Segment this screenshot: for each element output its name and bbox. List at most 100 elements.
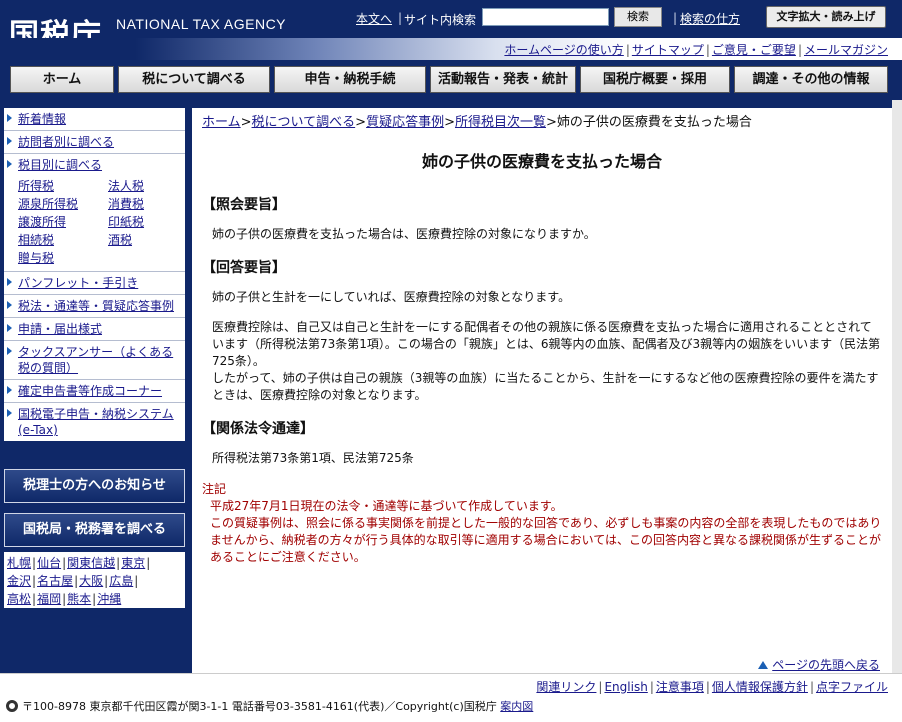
map-link[interactable]: 案内図 bbox=[500, 700, 533, 713]
search-howto-link[interactable]: 検索の仕方 bbox=[680, 10, 740, 27]
office-link[interactable]: 名古屋 bbox=[37, 574, 73, 588]
breadcrumb-link[interactable]: 税について調べる bbox=[252, 115, 356, 130]
office-link[interactable]: 高松 bbox=[7, 592, 31, 606]
up-triangle-icon bbox=[758, 661, 769, 669]
arrow-icon bbox=[7, 137, 12, 145]
side-item-pamphlets[interactable]: パンフレット・手引き bbox=[4, 272, 185, 295]
site-footer: 関連リンク | English | 注意事項 | 個人情報保護方針 | 点字ファイル 〒100-… bbox=[0, 673, 902, 722]
link-mail-magazine[interactable]: メールマガジン bbox=[804, 43, 888, 57]
arrow-icon bbox=[7, 324, 12, 332]
nav-reports[interactable]: 活動報告・発表・統計 bbox=[430, 66, 576, 93]
separator: | bbox=[797, 43, 802, 57]
tax-type-grid: 所得税 法人税 源泉所得税 消費税 譲渡所得 印紙税 相続税 酒税 贈与税 bbox=[4, 176, 185, 272]
arrow-icon bbox=[7, 347, 12, 355]
side-item-tax-answer[interactable]: タックスアンサー（よくある税の質問） bbox=[4, 341, 185, 380]
separator: | bbox=[398, 11, 403, 25]
office-link[interactable]: 広島 bbox=[109, 574, 133, 588]
agency-emblem-icon bbox=[6, 700, 18, 712]
global-navigation: ホーム 税について調べる 申告・納税手続 活動報告・発表・統計 国税庁概要・採用… bbox=[0, 60, 902, 100]
side-item-return-corner[interactable]: 確定申告書等作成コーナー bbox=[4, 380, 185, 403]
banner-find-offices[interactable]: 国税局・税務署を調べる bbox=[4, 513, 185, 547]
office-link[interactable]: 関東信越 bbox=[67, 556, 115, 570]
left-sidebar: 新着情報 訪問者別に調べる 税目別に調べる 所得税 法人税 源泉所得税 消費税 … bbox=[0, 100, 192, 673]
tax-link[interactable]: 譲渡所得 bbox=[18, 214, 108, 231]
side-item-tax-law[interactable]: 税法・通達等・質疑応答事例 bbox=[4, 295, 185, 318]
office-link[interactable]: 大阪 bbox=[79, 574, 103, 588]
tax-link[interactable]: 印紙税 bbox=[108, 214, 178, 231]
search-input[interactable] bbox=[482, 8, 609, 26]
banner-tax-accountants[interactable]: 税理士の方へのお知らせ bbox=[4, 469, 185, 503]
tax-link[interactable]: 所得税 bbox=[18, 178, 108, 195]
side-item-etax[interactable]: 国税電子申告・納税システム(e-Tax) bbox=[4, 403, 185, 441]
side-menu: 新着情報 訪問者別に調べる 税目別に調べる 所得税 法人税 源泉所得税 消費税 … bbox=[4, 108, 185, 441]
search-button[interactable]: 検索 bbox=[614, 7, 662, 27]
side-item-by-visitor[interactable]: 訪問者別に調べる bbox=[4, 131, 185, 154]
nav-filing[interactable]: 申告・納税手続 bbox=[274, 66, 426, 93]
link-feedback[interactable]: ご意見・ご要望 bbox=[712, 43, 796, 57]
separator: | bbox=[625, 43, 630, 57]
notes: 注記 平成27年7月1日現在の法令・通達等に基づいて作成しています。 この質疑事… bbox=[202, 481, 882, 566]
side-item-news[interactable]: 新着情報 bbox=[4, 108, 185, 131]
footer-link-notes[interactable]: 注意事項 bbox=[656, 680, 704, 694]
arrow-icon bbox=[7, 386, 12, 394]
top-utility-bar: 本文へ | サイト内検索 検索 | 検索の仕方 文字拡大・読み上げ bbox=[340, 2, 902, 38]
tax-link[interactable]: 相続税 bbox=[18, 232, 108, 249]
scrollbar[interactable] bbox=[892, 100, 902, 673]
breadcrumb-current: 姉の子供の医療費を支払った場合 bbox=[556, 115, 752, 130]
footer-link-related[interactable]: 関連リンク bbox=[536, 680, 596, 694]
note-1: 平成27年7月1日現在の法令・通達等に基づいて作成しています。 bbox=[210, 499, 563, 513]
footer-link-privacy[interactable]: 個人情報保護方針 bbox=[712, 680, 808, 694]
footer-link-english[interactable]: English bbox=[604, 680, 647, 694]
related-law-text: 所得税法第73条第1項、民法第725条 bbox=[212, 451, 414, 465]
tax-link[interactable]: 消費税 bbox=[108, 196, 178, 213]
logo-english: NATIONAL TAX AGENCY bbox=[116, 16, 287, 32]
back-to-top-link[interactable]: ページの先頭へ戻る bbox=[758, 656, 880, 673]
query-text: 姉の子供の医療費を支払った場合は、医療費控除の対象になりますか。 bbox=[212, 227, 596, 241]
link-site-usage[interactable]: ホームページの使い方 bbox=[504, 43, 623, 57]
answer-paragraph-3: したがって、姉の子供は自己の親族（3親等の血族）に当たることから、生計を一にする… bbox=[212, 371, 879, 402]
office-link[interactable]: 熊本 bbox=[67, 592, 91, 606]
office-link[interactable]: 沖縄 bbox=[97, 592, 121, 606]
tax-link[interactable]: 源泉所得税 bbox=[18, 196, 108, 213]
office-link[interactable]: 金沢 bbox=[7, 574, 31, 588]
tax-link[interactable]: 酒税 bbox=[108, 232, 178, 249]
sub-utility-bar: ホームページの使い方 | サイトマップ | ご意見・ご要望 | メールマガジン bbox=[0, 38, 902, 60]
office-link[interactable]: 札幌 bbox=[7, 556, 31, 570]
nav-home[interactable]: ホーム bbox=[10, 66, 114, 93]
regional-office-links: 札幌|仙台|関東信越|東京| 金沢|名古屋|大阪|広島| 高松|福岡|熊本|沖縄 bbox=[4, 552, 185, 608]
office-link[interactable]: 仙台 bbox=[37, 556, 61, 570]
heading-query: 【照会要旨】 bbox=[202, 197, 286, 213]
tax-link[interactable]: 法人税 bbox=[108, 178, 178, 195]
site-search-label: サイト内検索 bbox=[404, 13, 477, 27]
footer-address: 〒100-8978 東京都千代田区霞が関3-1-1 電話番号03-3581-41… bbox=[6, 698, 533, 714]
main-frame: ホーム>税について調べる>質疑応答事例>所得税目次一覧>姉の子供の医療費を支払っ… bbox=[192, 100, 902, 673]
nav-tax-info[interactable]: 税について調べる bbox=[118, 66, 270, 93]
side-item-by-tax[interactable]: 税目別に調べる bbox=[4, 154, 185, 176]
heading-answer: 【回答要旨】 bbox=[202, 260, 286, 276]
breadcrumb-link[interactable]: 所得税目次一覧 bbox=[455, 115, 546, 130]
link-sitemap[interactable]: サイトマップ bbox=[632, 43, 704, 57]
note-2: この質疑事例は、照会に係る事実関係を前提とした一般的な回答であり、必ずしも事案の… bbox=[210, 516, 882, 564]
arrow-icon bbox=[7, 278, 12, 286]
arrow-icon bbox=[7, 301, 12, 309]
skip-to-main-link[interactable]: 本文へ bbox=[356, 10, 392, 27]
breadcrumb-link[interactable]: 質疑応答事例 bbox=[366, 115, 444, 130]
note-label: 注記 bbox=[202, 482, 227, 496]
answer-paragraph-1: 姉の子供と生計を一にしていれば、医療費控除の対象となります。 bbox=[212, 290, 571, 304]
arrow-icon bbox=[7, 160, 12, 168]
breadcrumb-link[interactable]: ホーム bbox=[202, 115, 241, 130]
sub-links: ホームページの使い方 | サイトマップ | ご意見・ご要望 | メールマガジン bbox=[504, 41, 888, 58]
office-link[interactable]: 福岡 bbox=[37, 592, 61, 606]
side-item-forms[interactable]: 申請・届出様式 bbox=[4, 318, 185, 341]
heading-related-law: 【関係法令通達】 bbox=[202, 421, 314, 437]
main-content: ホーム>税について調べる>質疑応答事例>所得税目次一覧>姉の子供の医療費を支払っ… bbox=[192, 108, 892, 673]
text-size-button[interactable]: 文字拡大・読み上げ bbox=[766, 6, 886, 28]
page-title: 姉の子供の医療費を支払った場合 bbox=[421, 152, 662, 171]
arrow-icon bbox=[7, 114, 12, 122]
breadcrumb: ホーム>税について調べる>質疑応答事例>所得税目次一覧>姉の子供の医療費を支払っ… bbox=[202, 115, 752, 130]
nav-procurement[interactable]: 調達・その他の情報 bbox=[734, 66, 888, 93]
nav-agency-overview[interactable]: 国税庁概要・採用 bbox=[580, 66, 730, 93]
tax-link[interactable]: 贈与税 bbox=[18, 250, 108, 267]
footer-link-braille[interactable]: 点字ファイル bbox=[816, 680, 888, 694]
office-link[interactable]: 東京 bbox=[121, 556, 145, 570]
